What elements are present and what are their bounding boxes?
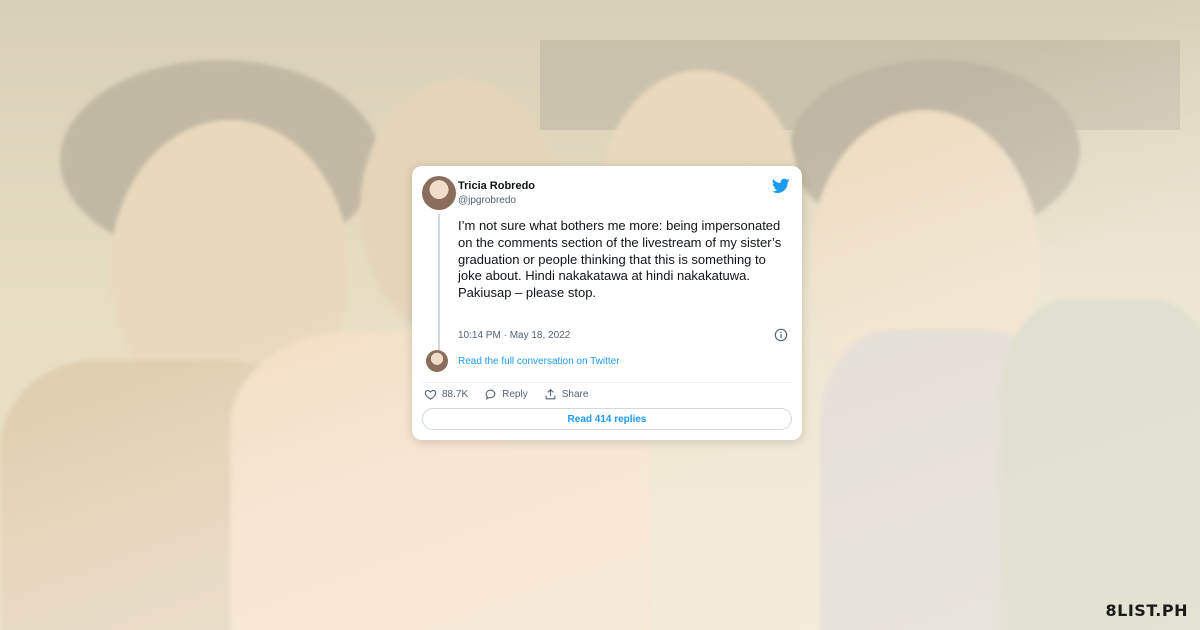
author-avatar[interactable] (422, 176, 456, 210)
info-icon[interactable] (774, 328, 788, 342)
twitter-bird-icon[interactable] (772, 178, 790, 194)
read-full-conversation-link[interactable]: Read the full conversation on Twitter (458, 356, 620, 367)
share-button[interactable]: Share (544, 388, 589, 401)
like-button[interactable]: 88.7K (424, 388, 468, 401)
speech-bubble-icon (485, 389, 496, 401)
tweet-actions: 88.7K Reply Share (424, 388, 588, 401)
tweet-text: I’m not sure what bothers me more: being… (458, 218, 782, 301)
heart-icon (424, 389, 437, 400)
likes-count: 88.7K (442, 389, 469, 400)
author-name[interactable]: Tricia Robredo (458, 180, 535, 192)
share-label: Share (561, 389, 589, 400)
conversation-avatar (426, 350, 448, 372)
tweet-embed-card: Tricia Robredo @jpgrobredo I’m not sure … (412, 166, 802, 440)
reply-label: Reply (502, 389, 528, 400)
author-handle[interactable]: @jpgrobredo (458, 195, 516, 206)
tweet-timestamp[interactable]: 10:14 PM · May 18, 2022 (458, 330, 570, 341)
divider (422, 382, 792, 383)
site-logo: 8LIST.PH (1105, 601, 1188, 620)
reply-button[interactable]: Reply (484, 388, 528, 401)
read-replies-button[interactable]: Read 414 replies (422, 408, 792, 430)
thread-line (438, 214, 440, 350)
share-icon (545, 388, 556, 400)
